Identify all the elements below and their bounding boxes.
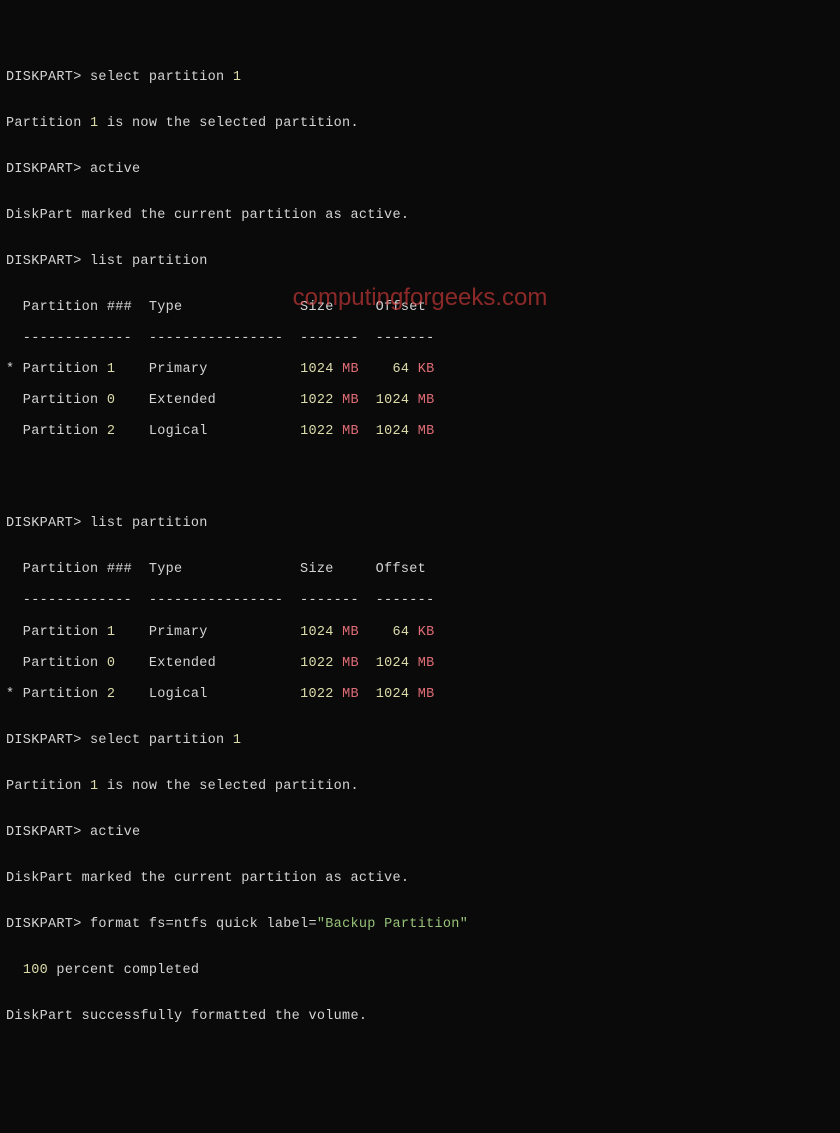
- table-dashes: ------------- ---------------- ------- -…: [6, 331, 834, 347]
- command-text: select partition: [82, 70, 233, 85]
- cmd-line-select-partition: DISKPART> select partition 1: [6, 70, 834, 86]
- table-row: Partition 2 Logical 1022 MB 1024 MB: [6, 424, 834, 440]
- response-active: DiskPart marked the current partition as…: [6, 208, 834, 224]
- response-selected: Partition 1 is now the selected partitio…: [6, 116, 834, 132]
- command-text: format fs=ntfs quick label=: [82, 917, 317, 932]
- table-dashes: ------------- ---------------- ------- -…: [6, 593, 834, 609]
- cmd-line-active: DISKPART> active: [6, 825, 834, 841]
- table-row: Partition 1 Primary 1024 MB 64 KB: [6, 625, 834, 641]
- partition-number: 1: [233, 70, 241, 85]
- prompt: DISKPART>: [6, 733, 82, 748]
- response-active: DiskPart marked the current partition as…: [6, 871, 834, 887]
- table-row: Partition 0 Extended 1022 MB 1024 MB: [6, 393, 834, 409]
- command-text: active: [82, 162, 141, 177]
- command-text: select partition: [82, 733, 233, 748]
- command-text: list partition: [82, 254, 208, 269]
- table-row: Partition 0 Extended 1022 MB 1024 MB: [6, 656, 834, 672]
- cmd-line-list-partition: DISKPART> list partition: [6, 516, 834, 532]
- prompt: DISKPART>: [6, 162, 82, 177]
- table-header: Partition ### Type Size Offset: [6, 562, 834, 578]
- command-text: active: [82, 825, 141, 840]
- cmd-line-list-partition: DISKPART> list partition: [6, 254, 834, 270]
- prompt: DISKPART>: [6, 516, 82, 531]
- format-label: "Backup Partition": [317, 917, 468, 932]
- response-selected: Partition 1 is now the selected partitio…: [6, 779, 834, 795]
- cmd-line-format: DISKPART> format fs=ntfs quick label="Ba…: [6, 917, 834, 933]
- prompt: DISKPART>: [6, 254, 82, 269]
- command-text: list partition: [82, 516, 208, 531]
- prompt: DISKPART>: [6, 825, 82, 840]
- table-row: * Partition 2 Logical 1022 MB 1024 MB: [6, 687, 834, 703]
- prompt: DISKPART>: [6, 70, 82, 85]
- table-row: * Partition 1 Primary 1024 MB 64 KB: [6, 362, 834, 378]
- partition-number: 1: [233, 733, 241, 748]
- cmd-line-select-partition: DISKPART> select partition 1: [6, 733, 834, 749]
- cmd-line-active: DISKPART> active: [6, 162, 834, 178]
- prompt: DISKPART>: [6, 917, 82, 932]
- table-header: Partition ### Type Size Offset: [6, 300, 834, 316]
- response-format-success: DiskPart successfully formatted the volu…: [6, 1009, 834, 1025]
- progress-line: 100 percent completed: [6, 963, 834, 979]
